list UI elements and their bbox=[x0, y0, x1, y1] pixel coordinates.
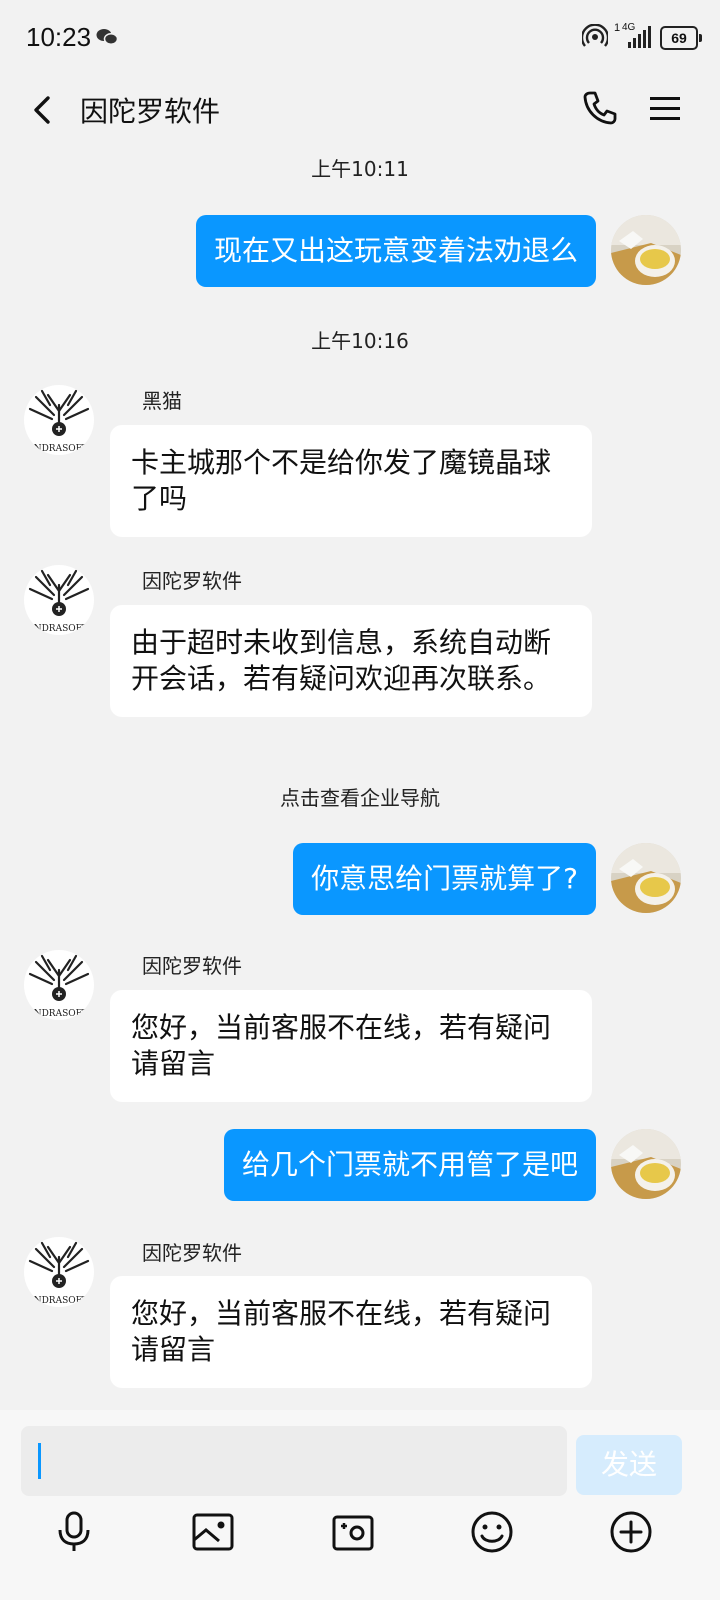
incoming-message[interactable]: 您好，当前客服不在线，若有疑问请留言 bbox=[110, 1276, 592, 1388]
menu-icon[interactable] bbox=[648, 92, 682, 126]
contact-avatar[interactable]: INDRASOFT bbox=[24, 385, 94, 455]
chevron-left-icon[interactable] bbox=[24, 90, 64, 130]
avatar-brand-text: INDRASOFT bbox=[30, 444, 88, 454]
my-avatar[interactable] bbox=[611, 1129, 681, 1199]
status-bar: 10:23 1 4G 69 bbox=[0, 0, 720, 78]
sender-name: 因陀罗软件 bbox=[142, 1241, 242, 1265]
incoming-message[interactable]: 您好，当前客服不在线，若有疑问请留言 bbox=[110, 990, 592, 1102]
timestamp: 上午10:11 bbox=[311, 157, 409, 181]
message-input[interactable] bbox=[21, 1426, 567, 1496]
contact-avatar[interactable]: INDRASOFT bbox=[24, 1237, 94, 1307]
composer: 发送 bbox=[0, 1410, 720, 1600]
battery-indicator: 69 bbox=[660, 26, 702, 50]
wechat-icon bbox=[96, 28, 119, 50]
chat-header: 因陀罗软件 bbox=[0, 78, 720, 142]
plus-icon[interactable] bbox=[609, 1510, 653, 1554]
indrasoft-logo-icon: INDRASOFT bbox=[28, 569, 90, 634]
sender-name: 黑猫 bbox=[142, 389, 182, 413]
incoming-message[interactable]: 卡主城那个不是给你发了魔镜晶球了吗 bbox=[110, 425, 592, 537]
contact-avatar[interactable]: INDRASOFT bbox=[24, 565, 94, 635]
enterprise-nav-link[interactable]: 点击查看企业导航 bbox=[0, 782, 720, 811]
indrasoft-logo-icon: INDRASOFT bbox=[28, 389, 90, 454]
status-time: 10:23 bbox=[26, 22, 92, 52]
send-button[interactable]: 发送 bbox=[576, 1435, 682, 1495]
indrasoft-logo-icon: INDRASOFT bbox=[28, 1241, 90, 1306]
chat-title: 因陀罗软件 bbox=[80, 95, 221, 128]
my-avatar[interactable] bbox=[611, 215, 681, 285]
microphone-icon[interactable] bbox=[52, 1510, 96, 1554]
emoji-icon[interactable] bbox=[470, 1510, 514, 1554]
my-avatar[interactable] bbox=[611, 843, 681, 913]
timestamp: 上午10:16 bbox=[311, 329, 409, 353]
contact-avatar[interactable]: INDRASOFT bbox=[24, 950, 94, 1020]
indrasoft-logo-icon: INDRASOFT bbox=[28, 954, 90, 1019]
avatar-brand-text: INDRASOFT bbox=[30, 1009, 88, 1019]
status-icons: 1 4G 69 bbox=[580, 22, 702, 52]
camera-icon[interactable] bbox=[331, 1510, 375, 1554]
incoming-message[interactable]: 由于超时未收到信息，系统自动断开会话，若有疑问欢迎再次联系。 bbox=[110, 605, 592, 717]
sender-name: 因陀罗软件 bbox=[142, 954, 242, 978]
hotspot-icon bbox=[580, 23, 610, 52]
phone-icon[interactable] bbox=[580, 88, 620, 128]
image-icon[interactable] bbox=[191, 1510, 235, 1554]
avatar-brand-text: INDRASOFT bbox=[30, 1296, 88, 1306]
outgoing-message[interactable]: 你意思给门票就算了? bbox=[293, 843, 596, 915]
signal-icon: 1 4G bbox=[614, 22, 654, 50]
outgoing-message[interactable]: 给几个门票就不用管了是吧 bbox=[223, 1129, 596, 1201]
outgoing-message[interactable]: 现在又出这玩意变着法劝退么 bbox=[195, 215, 596, 287]
avatar-brand-text: INDRASOFT bbox=[30, 624, 88, 634]
sender-name: 因陀罗软件 bbox=[142, 569, 242, 593]
text-caret bbox=[38, 1443, 41, 1479]
